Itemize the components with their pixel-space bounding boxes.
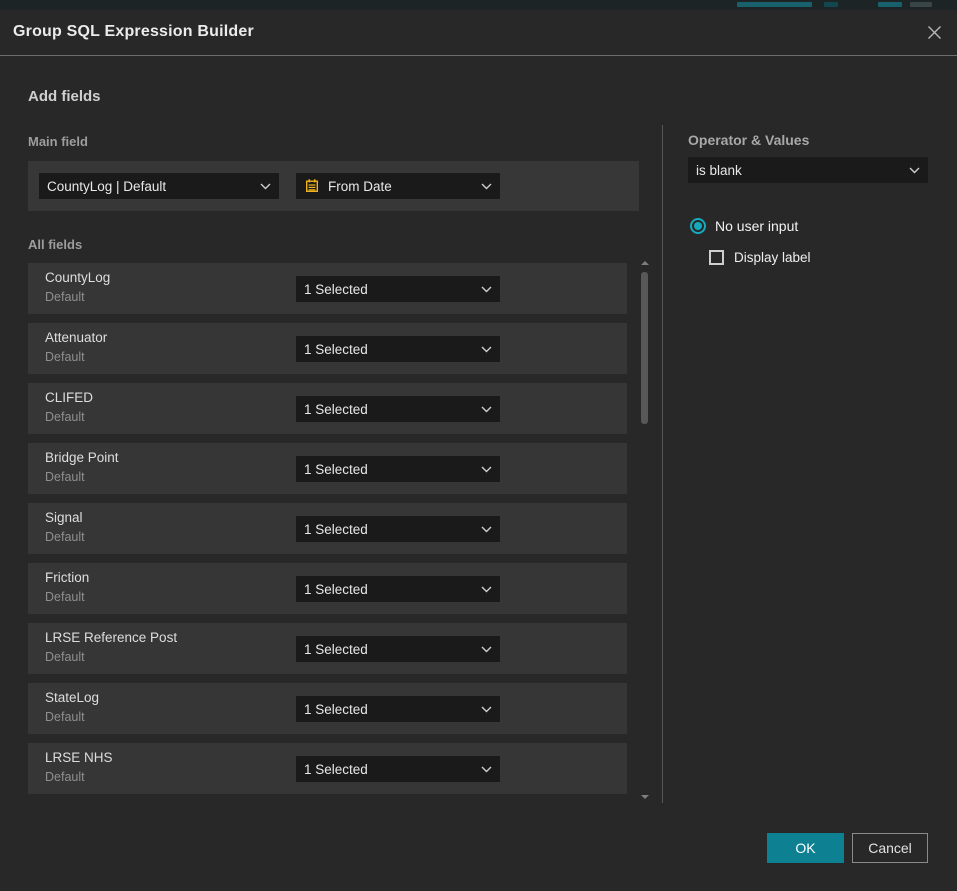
chevron-down-icon [481, 406, 492, 413]
field-row[interactable]: LRSE Reference Post Default 1 Selected [28, 623, 627, 674]
field-source-label: Default [45, 290, 85, 304]
calendar-icon [304, 178, 320, 194]
field-selection-dropdown[interactable]: 1 Selected [296, 276, 500, 302]
layer-select[interactable]: CountyLog | Default [39, 173, 279, 199]
background-app-fragment [878, 2, 902, 7]
field-selection-value: 1 Selected [304, 282, 475, 297]
field-source-label: Default [45, 410, 85, 424]
chevron-down-icon [481, 766, 492, 773]
field-row[interactable]: CountyLog Default 1 Selected [28, 263, 627, 314]
display-label-checkbox[interactable]: Display label [709, 248, 811, 266]
scroll-down-arrow[interactable] [640, 794, 649, 800]
field-selection-value: 1 Selected [304, 462, 475, 477]
field-source-label: Default [45, 770, 85, 784]
field-selection-dropdown[interactable]: 1 Selected [296, 756, 500, 782]
chevron-down-icon [260, 183, 271, 190]
chevron-down-icon [909, 167, 920, 174]
field-name: LRSE Reference Post [45, 630, 177, 645]
field-selection-value: 1 Selected [304, 342, 475, 357]
operator-select-value: is blank [696, 163, 903, 178]
panel-divider [662, 125, 663, 803]
checkbox-unchecked-icon [709, 250, 724, 265]
background-app-fragment [910, 2, 932, 7]
field-selection-dropdown[interactable]: 1 Selected [296, 516, 500, 542]
field-selection-value: 1 Selected [304, 642, 475, 657]
field-selection-value: 1 Selected [304, 582, 475, 597]
field-source-label: Default [45, 650, 85, 664]
background-app-fragment [824, 2, 838, 7]
background-app-fragment [737, 2, 812, 7]
field-selection-value: 1 Selected [304, 402, 475, 417]
chevron-down-icon [481, 586, 492, 593]
no-user-input-radio[interactable]: No user input [690, 216, 798, 236]
field-name: CountyLog [45, 270, 110, 285]
field-name: Bridge Point [45, 450, 119, 465]
close-button[interactable] [921, 17, 947, 47]
field-name: LRSE NHS [45, 750, 113, 765]
ok-button[interactable]: OK [767, 833, 844, 863]
field-row[interactable]: Friction Default 1 Selected [28, 563, 627, 614]
chevron-down-icon [481, 183, 492, 190]
field-selection-dropdown[interactable]: 1 Selected [296, 576, 500, 602]
add-fields-heading: Add fields [28, 88, 101, 105]
field-source-label: Default [45, 590, 85, 604]
field-selection-dropdown[interactable]: 1 Selected [296, 696, 500, 722]
chevron-down-icon [481, 346, 492, 353]
scroll-up-arrow[interactable] [640, 260, 649, 266]
background-app-strip [0, 0, 957, 10]
all-fields-list: CountyLog Default 1 Selected Attenuator … [28, 263, 627, 803]
cancel-button[interactable]: Cancel [852, 833, 928, 863]
sql-expression-builder-dialog: Group SQL Expression Builder Add fields … [0, 10, 957, 891]
field-name: Attenuator [45, 330, 107, 345]
main-field-select[interactable]: From Date [296, 173, 500, 199]
field-name: CLIFED [45, 390, 93, 405]
chevron-down-icon [481, 466, 492, 473]
layer-select-value: CountyLog | Default [47, 179, 254, 194]
main-field-label: Main field [28, 134, 88, 149]
field-row[interactable]: StateLog Default 1 Selected [28, 683, 627, 734]
field-row[interactable]: Attenuator Default 1 Selected [28, 323, 627, 374]
field-row[interactable]: CLIFED Default 1 Selected [28, 383, 627, 434]
all-fields-label: All fields [28, 237, 82, 252]
chevron-down-icon [481, 526, 492, 533]
main-field-select-value: From Date [328, 179, 475, 194]
field-source-label: Default [45, 470, 85, 484]
field-row[interactable]: Signal Default 1 Selected [28, 503, 627, 554]
field-selection-value: 1 Selected [304, 702, 475, 717]
field-name: Friction [45, 570, 89, 585]
field-selection-dropdown[interactable]: 1 Selected [296, 336, 500, 362]
field-row[interactable]: Bridge Point Default 1 Selected [28, 443, 627, 494]
dialog-header: Group SQL Expression Builder [0, 10, 957, 56]
field-selection-dropdown[interactable]: 1 Selected [296, 636, 500, 662]
no-user-input-label: No user input [715, 218, 798, 234]
field-name: StateLog [45, 690, 99, 705]
display-label-label: Display label [734, 250, 811, 265]
field-selection-value: 1 Selected [304, 762, 475, 777]
field-source-label: Default [45, 350, 85, 364]
operator-values-heading: Operator & Values [688, 132, 809, 148]
field-selection-dropdown[interactable]: 1 Selected [296, 456, 500, 482]
radio-selected-icon [690, 218, 706, 234]
chevron-down-icon [481, 286, 492, 293]
field-selection-dropdown[interactable]: 1 Selected [296, 396, 500, 422]
field-name: Signal [45, 510, 83, 525]
field-source-label: Default [45, 530, 85, 544]
scrollbar-thumb[interactable] [641, 272, 648, 424]
main-field-panel: CountyLog | Default From Date [28, 161, 639, 211]
field-row[interactable]: LRSE NHS Default 1 Selected [28, 743, 627, 794]
dialog-title: Group SQL Expression Builder [13, 23, 254, 41]
operator-select[interactable]: is blank [688, 157, 928, 183]
chevron-down-icon [481, 706, 492, 713]
close-icon [927, 25, 942, 40]
field-selection-value: 1 Selected [304, 522, 475, 537]
chevron-down-icon [481, 646, 492, 653]
field-source-label: Default [45, 710, 85, 724]
